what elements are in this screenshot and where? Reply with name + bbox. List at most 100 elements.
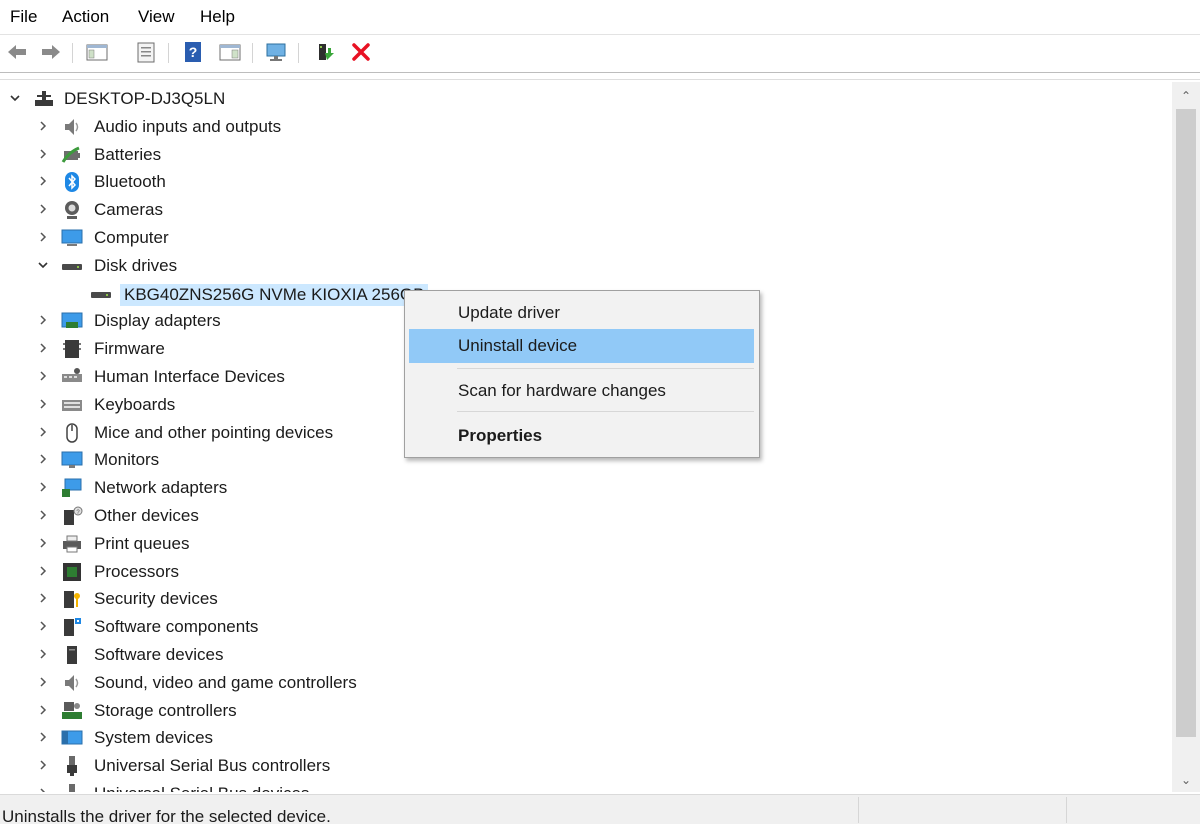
menu-properties-label: Properties — [458, 426, 543, 445]
menu-uninstall-device[interactable]: Uninstall device — [409, 329, 754, 363]
tree-item-label: Security devices — [94, 589, 218, 609]
chevron-right-icon[interactable] — [36, 702, 50, 718]
tree-item-cameras[interactable]: Cameras — [0, 196, 1172, 224]
tree-item-universal-serial-bus-controllers[interactable]: Universal Serial Bus controllers — [0, 752, 1172, 780]
tree-item-security-devices[interactable]: Security devices — [0, 585, 1172, 613]
tree-item-label: Display adapters — [94, 311, 221, 331]
chevron-right-icon[interactable] — [36, 479, 50, 495]
tree-item-print-queues[interactable]: Print queues — [0, 530, 1172, 558]
toolbar-separator — [298, 43, 299, 63]
tree-item-software-components[interactable]: Software components — [0, 613, 1172, 641]
tree-item-other-devices[interactable]: ? Other devices — [0, 502, 1172, 530]
status-text: Uninstalls the driver for the selected d… — [2, 807, 331, 826]
show-hide-console-tree-icon[interactable] — [85, 40, 109, 64]
storage-controller-icon — [61, 700, 83, 722]
vertical-scrollbar[interactable]: ⌃ ⌄ — [1172, 82, 1200, 792]
chevron-right-icon[interactable] — [36, 312, 50, 328]
toolbar-separator — [72, 43, 73, 63]
tree-item-bluetooth[interactable]: Bluetooth — [0, 168, 1172, 196]
menu-action[interactable]: Action — [62, 7, 109, 27]
menu-update-driver[interactable]: Update driver — [409, 296, 754, 330]
tree-item-label: Software components — [94, 617, 259, 637]
chevron-right-icon[interactable] — [36, 507, 50, 523]
tree-item-storage-controllers[interactable]: Storage controllers — [0, 697, 1172, 725]
other-devices-icon: ? — [61, 505, 83, 527]
status-bar: Uninstalls the driver for the selected d… — [0, 794, 1200, 826]
chevron-right-icon[interactable] — [36, 674, 50, 690]
usb-icon — [61, 783, 83, 792]
bluetooth-icon — [61, 171, 83, 193]
battery-icon — [61, 144, 83, 166]
tree-item-label: Batteries — [94, 144, 162, 164]
tree-item-label: Cameras — [94, 200, 163, 220]
chevron-right-icon[interactable] — [36, 340, 50, 356]
computer-tree-icon — [33, 88, 55, 110]
chevron-down-icon[interactable] — [36, 257, 50, 273]
uninstall-icon[interactable] — [349, 40, 373, 64]
tree-item-label: Mice and other pointing devices — [94, 422, 334, 442]
scroll-thumb[interactable] — [1176, 109, 1196, 737]
chevron-down-icon[interactable] — [8, 90, 22, 106]
chevron-right-icon[interactable] — [36, 396, 50, 412]
menu-view[interactable]: View — [138, 7, 175, 27]
chevron-right-icon[interactable] — [36, 201, 50, 217]
software-component-icon — [61, 616, 83, 638]
monitor-icon[interactable] — [264, 40, 288, 64]
tree-item-label: Software devices — [94, 645, 224, 664]
forward-icon[interactable] — [38, 40, 62, 64]
tree-item-network-adapters[interactable]: Network adapters — [0, 474, 1172, 502]
menu-scan-hardware[interactable]: Scan for hardware changes — [409, 374, 754, 408]
menu-help[interactable]: Help — [200, 7, 235, 27]
menu-properties[interactable]: Properties — [409, 419, 754, 453]
tree-item-disk-drives[interactable]: Disk drives — [0, 252, 1172, 280]
chevron-right-icon[interactable] — [36, 368, 50, 384]
toolbar-divider — [0, 72, 1200, 73]
monitor-icon — [61, 449, 83, 471]
menu-file[interactable]: File — [10, 7, 37, 27]
tree-item-label: Other devices — [94, 506, 199, 525]
chevron-right-icon[interactable] — [36, 535, 50, 551]
tree-item-label: Processors — [94, 561, 180, 581]
tree-item-software-devices[interactable]: Software devices — [0, 641, 1172, 669]
chevron-right-icon[interactable] — [36, 146, 50, 162]
chevron-right-icon[interactable] — [36, 118, 50, 134]
action-pane-icon[interactable] — [218, 40, 242, 64]
chevron-right-icon[interactable] — [36, 451, 50, 467]
hid-icon — [61, 366, 83, 388]
chevron-right-icon[interactable] — [36, 785, 50, 792]
chevron-right-icon[interactable] — [36, 563, 50, 579]
usb-icon — [61, 755, 83, 777]
properties-icon[interactable] — [134, 40, 158, 64]
tree-item-label: Keyboards — [94, 394, 176, 414]
tree-item-label: System devices — [94, 728, 214, 748]
chevron-right-icon[interactable] — [36, 729, 50, 745]
back-icon[interactable] — [6, 40, 30, 64]
chevron-right-icon[interactable] — [36, 618, 50, 634]
update-driver-icon[interactable] — [315, 40, 339, 64]
tree-item-batteries[interactable]: Batteries — [0, 141, 1172, 169]
menu-scan-hardware-label: Scan for hardware changes — [458, 381, 666, 400]
tree-item-sound-video-and-game-controllers[interactable]: Sound, video and game controllers — [0, 669, 1172, 697]
tree-item-processors[interactable]: Processors — [0, 558, 1172, 586]
help-icon[interactable]: ? — [181, 40, 205, 64]
tree-root[interactable]: DESKTOP-DJ3Q5LN — [0, 85, 1172, 113]
scroll-down-icon[interactable]: ⌄ — [1172, 768, 1200, 792]
tree-item-audio-inputs-and-outputs[interactable]: Audio inputs and outputs — [0, 113, 1172, 141]
tree-item-label: Computer — [94, 228, 169, 247]
keyboard-icon — [61, 394, 83, 416]
tree-item-label: Universal Serial Bus devices — [94, 784, 309, 792]
scroll-up-icon[interactable]: ⌃ — [1172, 84, 1200, 108]
tree-item-system-devices[interactable]: System devices — [0, 724, 1172, 752]
chevron-right-icon[interactable] — [36, 424, 50, 440]
mouse-icon — [61, 422, 83, 444]
chevron-right-icon[interactable] — [36, 757, 50, 773]
tree-item-universal-serial-bus-devices[interactable]: Universal Serial Bus devices — [0, 780, 1172, 792]
tree-item-label: Storage controllers — [94, 700, 237, 720]
svg-text:?: ? — [189, 44, 198, 60]
chevron-right-icon[interactable] — [36, 173, 50, 189]
tree-item-computer[interactable]: Computer — [0, 224, 1172, 252]
tree-item-label: Network adapters — [94, 478, 228, 498]
chevron-right-icon[interactable] — [36, 646, 50, 662]
chevron-right-icon[interactable] — [36, 590, 50, 606]
chevron-right-icon[interactable] — [36, 229, 50, 245]
